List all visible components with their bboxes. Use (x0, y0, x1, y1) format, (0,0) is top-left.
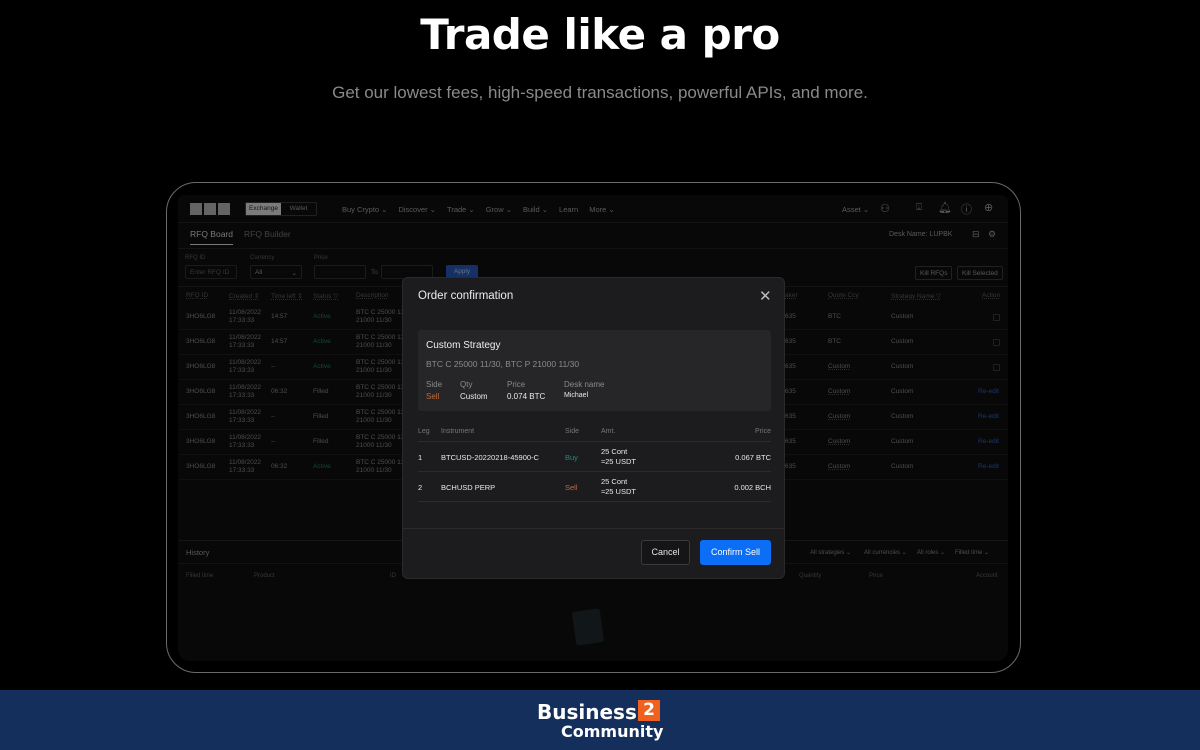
hero-title: Trade like a pro (420, 10, 780, 59)
leg-row: 1 BTCUSD-20220218-45900-C Buy 25 Cont ≈25 US… (418, 442, 771, 472)
instrument-name: BTCUSD-20220218-45900-C (441, 453, 539, 462)
cancel-button[interactable]: Cancel (641, 540, 690, 565)
leg-row: 2 BCHUSD PERP Sell 25 Cont ≈25 USDT 0.002 BCH (418, 472, 771, 502)
side-col: Side (565, 428, 580, 435)
leg-amount-usdt: ≈25 USDT (601, 487, 636, 496)
leg-amount-usdt: ≈25 USDT (601, 457, 636, 466)
price-col: Price (755, 428, 771, 435)
leg-amount: 25 Cont (601, 477, 628, 486)
amt-col: Amt. (601, 428, 616, 435)
brand-logo-business: Business (537, 700, 637, 724)
order-confirmation-modal: Order confirmation ✕ Custom Strategy BTC… (402, 277, 785, 579)
strategy-legs: BTC C 25000 11/30, BTC P 21000 11/30 (426, 359, 580, 369)
desk-name-label: Desk name (564, 380, 605, 389)
leg-price: 0.067 BTC (735, 453, 771, 462)
side-label: Side (426, 380, 443, 389)
leg-amount: 25 Cont (601, 447, 628, 456)
modal-title: Order confirmation (418, 290, 514, 302)
confirm-sell-button[interactable]: Confirm Sell (700, 540, 771, 565)
leg-side: Buy (565, 453, 578, 462)
leg-price: 0.002 BCH (734, 483, 771, 492)
close-icon[interactable]: ✕ (759, 287, 772, 305)
brand-logo-community: Community (561, 722, 664, 741)
leg-number: 1 (418, 453, 423, 462)
instrument-col: Instrument (441, 428, 475, 435)
leg-side: Sell (565, 483, 578, 492)
strategy-name: Custom Strategy (426, 340, 501, 351)
leg-number: 2 (418, 483, 423, 492)
side-value: Sell (426, 392, 440, 401)
desk-name-value: Michael (564, 392, 589, 399)
qty-label: Qty (460, 380, 473, 389)
leg-col: Leg (418, 428, 430, 435)
price-label: Price (507, 380, 526, 389)
legs-header: Leg Instrument Side Amt. Price (418, 428, 771, 442)
brand-logo-number: 2 (638, 700, 660, 721)
footer-divider (403, 528, 784, 529)
strategy-summary-card: Custom Strategy BTC C 25000 11/30, BTC P… (418, 330, 771, 411)
price-value: 0.074 BTC (507, 392, 546, 401)
instrument-name: BCHUSD PERP (441, 483, 496, 492)
hero-subtitle: Get our lowest fees, high-speed transact… (332, 83, 868, 102)
qty-value: Custom (460, 392, 488, 401)
